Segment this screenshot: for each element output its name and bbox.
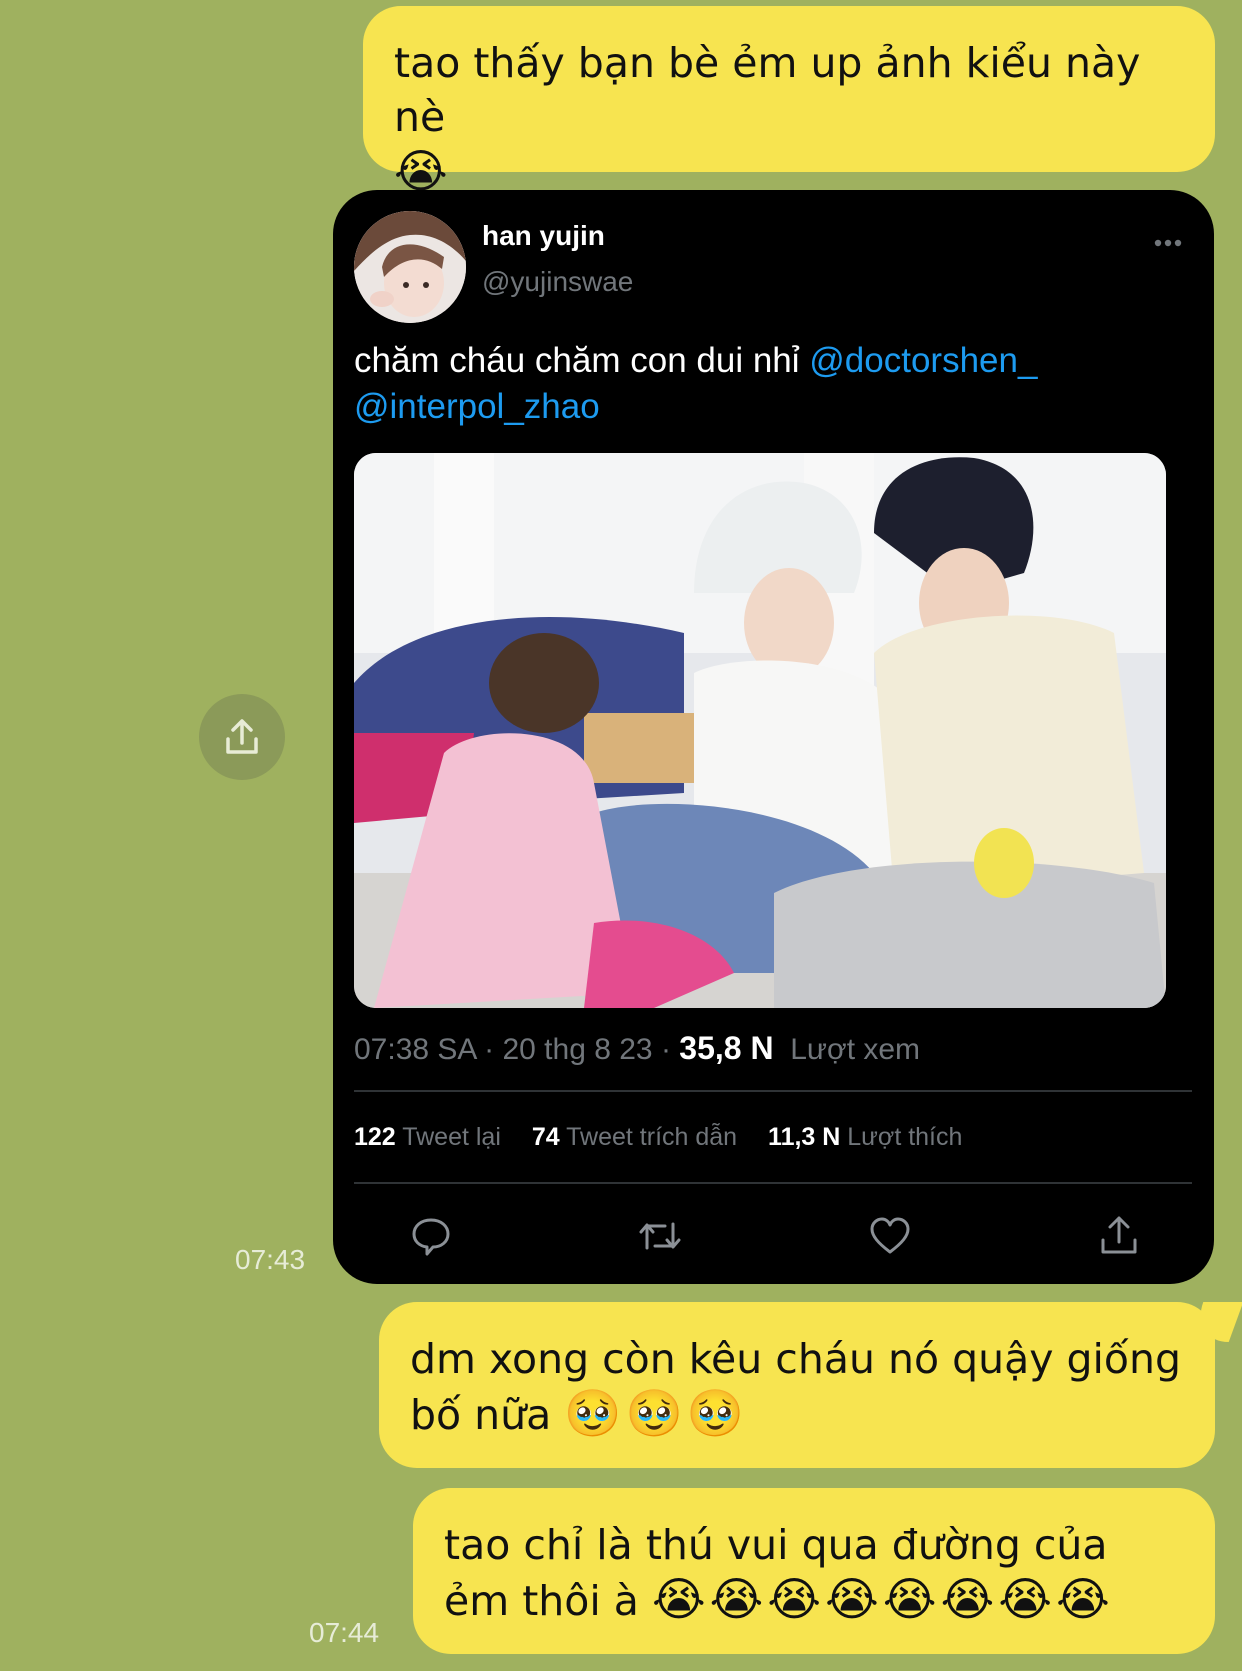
quotes-label: Tweet trích dẫn [566, 1123, 738, 1151]
mention-link[interactable]: @doctorshen_ [809, 341, 1037, 380]
retweets-label: Tweet lại [402, 1123, 501, 1151]
tweet-card[interactable]: han yujin @yujinswae chăm cháu chăm con … [333, 190, 1214, 1284]
timestamp: 07:43 [235, 1244, 306, 1275]
tweet-text: chăm cháu chăm con dui nhỉ @doctorshen_ … [354, 338, 1194, 430]
share-icon [226, 719, 258, 754]
separator: · [660, 1033, 671, 1066]
avatar [354, 211, 466, 323]
heart-icon [870, 1217, 910, 1254]
pleading-emoji: 🥹🥹🥹 [564, 1386, 749, 1440]
tweet-time: 07:38 SA [354, 1033, 476, 1066]
quotes-count: 74 [531, 1123, 560, 1151]
quotes-stat[interactable]: 74 Tweet trích dẫn [532, 1123, 744, 1151]
tweet-stats: 122 Tweet lại 74 Tweet trích dẫn 11,3 N … [354, 1123, 986, 1152]
message-bubble-2[interactable]: dm xong còn kêu cháu nó quậy giống bố nữ… [379, 1302, 1215, 1468]
tweet-author-handle[interactable]: @yujinswae [482, 266, 633, 298]
crying-emoji: 😭😭😭😭😭😭😭😭 [651, 1572, 1114, 1626]
like-button[interactable] [868, 1214, 912, 1262]
share-tweet-button[interactable] [1098, 1214, 1140, 1262]
retweet-button[interactable] [635, 1214, 685, 1262]
more-icon [1154, 239, 1182, 247]
tweet-actions [333, 1214, 1214, 1264]
message-bubble-3[interactable]: tao chỉ là thú vui qua đường của ẻm thôi… [413, 1488, 1215, 1654]
tweet-date: 20 thg 8 23 [502, 1033, 653, 1066]
timestamp: 07:44 [309, 1617, 380, 1648]
retweet-icon [639, 1222, 681, 1250]
message-bubble-1[interactable]: tao thấy bạn bè ẻm up ảnh kiểu này nè 😭 [363, 6, 1215, 198]
message-text: dm xong còn kêu cháu nó quậy giống bố nữ… [410, 1335, 1182, 1439]
tweet-author-name[interactable]: han yujin [482, 220, 605, 252]
mention-link[interactable]: @interpol_zhao [354, 387, 600, 426]
likes-label: Lượt thích [847, 1123, 963, 1151]
message-text: tao thấy bạn bè ẻm up ảnh kiểu này nè [394, 39, 1141, 141]
reply-button[interactable] [409, 1214, 453, 1262]
retweets-count: 122 [354, 1123, 396, 1151]
divider [354, 1182, 1192, 1184]
likes-count: 11,3 N [768, 1123, 841, 1151]
views-label: Lượt xem [790, 1033, 921, 1066]
tweet-body: chăm cháu chăm con dui nhỉ [354, 341, 800, 380]
views-count: 35,8 N [679, 1030, 774, 1066]
share-icon [1101, 1216, 1137, 1254]
reply-icon [412, 1218, 450, 1256]
share-button[interactable] [199, 694, 285, 780]
more-button[interactable] [1154, 232, 1182, 251]
separator: · [484, 1033, 495, 1066]
retweets-stat[interactable]: 122 Tweet lại [354, 1123, 508, 1151]
divider [354, 1090, 1192, 1092]
tweet-meta: 07:38 SA · 20 thg 8 23 · 35,8 N Lượt xem [354, 1030, 920, 1067]
tweet-photo[interactable] [354, 453, 1166, 1008]
likes-stat[interactable]: 11,3 N Lượt thích [768, 1123, 962, 1151]
